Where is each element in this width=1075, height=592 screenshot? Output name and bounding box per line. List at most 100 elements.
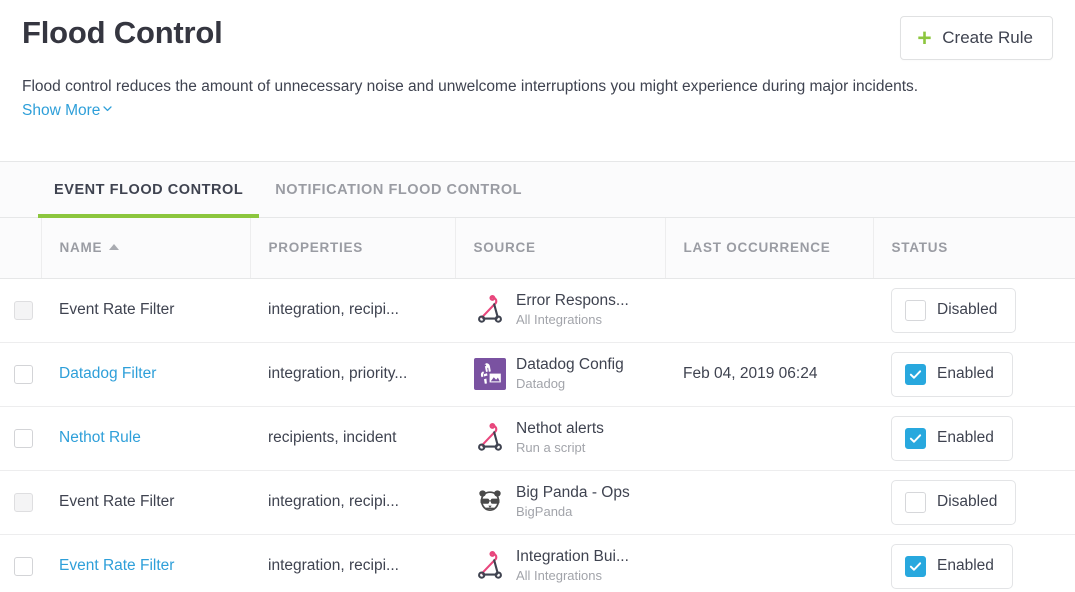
cell-name: Event Rate Filter xyxy=(41,470,250,534)
column-header-properties[interactable]: Properties xyxy=(250,218,455,278)
cell-last-occurrence xyxy=(665,406,873,470)
source-title: Big Panda - Ops xyxy=(516,484,630,502)
cell-last-occurrence: Feb 04, 2019 06:24 xyxy=(665,342,873,406)
status-toggle[interactable]: Disabled xyxy=(891,480,1016,525)
source-text: Nethot alertsRun a script xyxy=(516,420,604,456)
rule-name-link[interactable]: Event Rate Filter xyxy=(59,557,174,574)
flood-control-page: Flood Control Create Rule Flood control … xyxy=(0,0,1075,592)
status-label: Disabled xyxy=(937,493,997,511)
table-row[interactable]: Nethot Rule recipients, incident Nethot al… xyxy=(0,406,1075,470)
column-header-name-label: Name xyxy=(60,240,103,255)
cell-last-occurrence xyxy=(665,278,873,342)
status-label: Enabled xyxy=(937,429,994,447)
datadog-icon xyxy=(473,357,507,391)
cell-status: Disabled xyxy=(873,470,1075,534)
table-header-row: Name Properties Source Last Occurrence S… xyxy=(0,218,1075,278)
title-row: Flood Control Create Rule xyxy=(22,0,1053,60)
cell-status: Enabled xyxy=(873,534,1075,592)
row-select-checkbox[interactable] xyxy=(14,301,33,320)
status-checkbox-checked[interactable] xyxy=(905,556,926,577)
status-checkbox-checked[interactable] xyxy=(905,364,926,385)
cell-last-occurrence xyxy=(665,534,873,592)
cell-source: Error Respons... All Integrations xyxy=(455,278,665,342)
row-select-checkbox[interactable] xyxy=(14,365,33,384)
status-toggle[interactable]: Enabled xyxy=(891,544,1013,589)
source-wrapper: Nethot alertsRun a script xyxy=(473,420,665,456)
source-wrapper: Datadog Config Datadog xyxy=(473,356,665,392)
cell-properties: recipients, incident xyxy=(250,406,455,470)
row-select-cell xyxy=(0,534,41,592)
tab-notification-flood-control[interactable]: Notification Flood Control xyxy=(259,162,538,217)
row-select-checkbox[interactable] xyxy=(14,493,33,512)
row-select-cell xyxy=(0,342,41,406)
description-text: Flood control reduces the amount of unne… xyxy=(22,78,918,95)
status-toggle[interactable]: Disabled xyxy=(891,288,1016,333)
show-more-label: Show More xyxy=(22,102,100,119)
source-subtitle: Datadog xyxy=(516,377,624,392)
column-header-name[interactable]: Name xyxy=(41,218,250,278)
source-title: Integration Bui... xyxy=(516,548,629,566)
rule-name-text: Event Rate Filter xyxy=(59,301,174,318)
table-row[interactable]: Datadog Filter integration, priority... Da… xyxy=(0,342,1075,406)
status-label: Disabled xyxy=(937,301,997,319)
chevron-down-icon xyxy=(102,99,113,122)
cell-status: Enabled xyxy=(873,342,1075,406)
integration-triangle-icon xyxy=(473,421,507,455)
status-checkbox-unchecked[interactable] xyxy=(905,492,926,513)
source-wrapper: Integration Bui...All Integrations xyxy=(473,548,665,584)
source-wrapper: Error Respons... All Integrations xyxy=(473,292,665,328)
page-description: Flood control reduces the amount of unne… xyxy=(22,76,982,122)
rule-name-link[interactable]: Datadog Filter xyxy=(59,365,156,382)
cell-name: Nethot Rule xyxy=(41,406,250,470)
cell-properties: integration, priority... xyxy=(250,342,455,406)
row-select-checkbox[interactable] xyxy=(14,429,33,448)
cell-name: Event Rate Filter xyxy=(41,534,250,592)
plus-icon xyxy=(917,31,932,46)
cell-source: Integration Bui...All Integrations xyxy=(455,534,665,592)
rule-name-text: Event Rate Filter xyxy=(59,493,174,510)
cell-source: Big Panda - OpsBigPanda xyxy=(455,470,665,534)
page-header: Flood Control Create Rule Flood control … xyxy=(0,0,1075,162)
column-header-status[interactable]: Status xyxy=(873,218,1075,278)
caret-up-icon xyxy=(109,244,119,250)
source-text: Big Panda - OpsBigPanda xyxy=(516,484,630,520)
integration-triangle-icon xyxy=(473,293,507,327)
source-title: Nethot alerts xyxy=(516,420,604,438)
status-toggle[interactable]: Enabled xyxy=(891,416,1013,461)
status-checkbox-checked[interactable] xyxy=(905,428,926,449)
source-text: Error Respons... All Integrations xyxy=(516,292,629,328)
column-header-source[interactable]: Source xyxy=(455,218,665,278)
tab-event-flood-control[interactable]: Event Flood Control xyxy=(38,162,259,217)
flood-control-table: Name Properties Source Last Occurrence S… xyxy=(0,218,1075,592)
cell-properties: integration, recipi... xyxy=(250,470,455,534)
rule-name-link[interactable]: Nethot Rule xyxy=(59,429,141,446)
table-row[interactable]: Event Rate Filter integration, recipi... E… xyxy=(0,278,1075,342)
cell-name: Datadog Filter xyxy=(41,342,250,406)
table-row[interactable]: Event Rate Filter integration, recipi... I… xyxy=(0,534,1075,592)
row-select-cell xyxy=(0,470,41,534)
source-title: Datadog Config xyxy=(516,356,624,374)
table-row[interactable]: Event Rate Filter integration, recipi... B… xyxy=(0,470,1075,534)
table-header: Name Properties Source Last Occurrence S… xyxy=(0,218,1075,278)
status-toggle[interactable]: Enabled xyxy=(891,352,1013,397)
show-more-link[interactable]: Show More xyxy=(22,102,113,119)
column-header-checkbox xyxy=(0,218,41,278)
create-rule-button[interactable]: Create Rule xyxy=(900,16,1053,60)
status-label: Enabled xyxy=(937,365,994,383)
tab-bar: Event Flood Control Notification Flood C… xyxy=(0,162,1075,218)
create-rule-label: Create Rule xyxy=(942,28,1033,48)
source-wrapper: Big Panda - OpsBigPanda xyxy=(473,484,665,520)
source-title: Error Respons... xyxy=(516,292,629,310)
column-header-last-occurrence[interactable]: Last Occurrence xyxy=(665,218,873,278)
source-text: Integration Bui...All Integrations xyxy=(516,548,629,584)
source-subtitle: All Integrations xyxy=(516,313,629,328)
cell-properties: integration, recipi... xyxy=(250,534,455,592)
status-checkbox-unchecked[interactable] xyxy=(905,300,926,321)
cell-source: Datadog Config Datadog xyxy=(455,342,665,406)
page-title: Flood Control xyxy=(22,13,223,53)
cell-properties: integration, recipi... xyxy=(250,278,455,342)
cell-name: Event Rate Filter xyxy=(41,278,250,342)
source-text: Datadog Config Datadog xyxy=(516,356,624,392)
status-label: Enabled xyxy=(937,557,994,575)
row-select-checkbox[interactable] xyxy=(14,557,33,576)
